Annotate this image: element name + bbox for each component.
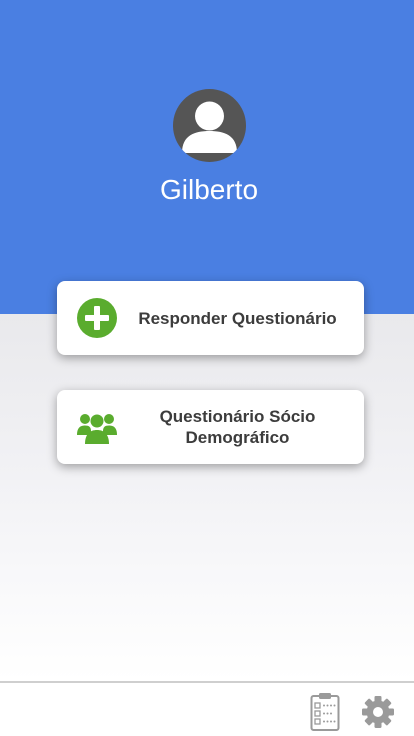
gear-icon	[361, 695, 397, 729]
tab-questionnaires[interactable]	[309, 692, 345, 732]
clipboard-checklist-icon	[309, 692, 345, 732]
answer-questionnaire-button[interactable]: Responder Questionário	[57, 281, 364, 355]
plus-circle-icon	[77, 298, 117, 338]
bottom-tab-bar	[0, 681, 414, 736]
sociodemographic-questionnaire-label: Questionário Sócio Demográfico	[159, 407, 316, 447]
user-name: Gilberto	[159, 174, 259, 205]
content-background	[0, 314, 414, 681]
tab-settings[interactable]	[361, 695, 397, 735]
sociodemographic-questionnaire-button[interactable]: Questionário Sócio Demográfico	[57, 390, 364, 464]
avatar	[173, 89, 246, 162]
answer-questionnaire-label: Responder Questionário	[138, 308, 337, 328]
users-group-icon	[77, 407, 117, 447]
user-avatar-icon	[173, 89, 246, 162]
